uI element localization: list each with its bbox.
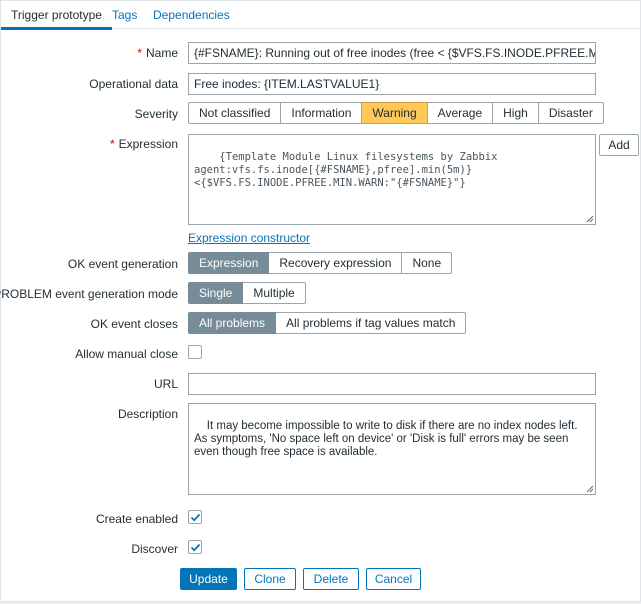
resize-handle-icon[interactable] (586, 485, 594, 493)
description-label: Description (117, 407, 178, 421)
severity-average[interactable]: Average (427, 102, 494, 124)
url-label: URL (153, 377, 178, 391)
opdata-label: Operational data (89, 77, 178, 91)
severity-selector: Not classified Information Warning Avera… (188, 102, 604, 124)
required-marker: * (137, 46, 142, 60)
tab-trigger-prototype[interactable]: Trigger prototype (1, 1, 112, 30)
tab-tags[interactable]: Tags (112, 1, 137, 29)
severity-high[interactable]: High (493, 102, 539, 124)
name-label: * Name (137, 46, 178, 60)
cancel-button[interactable]: Cancel (366, 568, 421, 590)
expression-textarea[interactable]: {Template Module Linux filesystems by Za… (188, 134, 596, 225)
ok-closes-tag-match[interactable]: All problems if tag values match (276, 312, 467, 334)
severity-disaster[interactable]: Disaster (538, 102, 604, 124)
expression-label: * Expression (110, 137, 178, 151)
problem-mode-multiple[interactable]: Multiple (243, 282, 306, 304)
expression-constructor-link[interactable]: Expression constructor (188, 231, 310, 245)
problem-mode-label: PROBLEM event generation mode (0, 287, 178, 301)
ok-event-generation-label: OK event generation (67, 257, 178, 271)
manual-close-label: Allow manual close (75, 347, 178, 361)
ok-closes-all-problems[interactable]: All problems (188, 312, 277, 334)
ok-gen-expression[interactable]: Expression (188, 252, 270, 274)
name-input[interactable]: {#FSNAME}: Running out of free inodes (f… (188, 42, 596, 64)
ok-event-closes-label: OK event closes (90, 317, 178, 331)
create-enabled-label: Create enabled (95, 512, 178, 526)
trigger-prototype-form: Trigger prototype Tags Dependencies * Nam… (0, 0, 641, 602)
expression-add-button[interactable]: Add (599, 134, 639, 156)
opdata-input[interactable]: Free inodes: {ITEM.LASTVALUE1} (188, 73, 596, 95)
update-button[interactable]: Update (180, 568, 237, 590)
problem-mode-single[interactable]: Single (188, 282, 244, 304)
expression-label-text: Expression (118, 137, 178, 151)
tab-dependencies[interactable]: Dependencies (153, 1, 230, 29)
required-marker: * (109, 137, 115, 151)
severity-not-classified[interactable]: Not classified (188, 102, 282, 124)
checkmark-icon (190, 543, 201, 552)
url-input[interactable] (188, 373, 596, 395)
severity-warning[interactable]: Warning (362, 102, 428, 124)
description-textarea[interactable]: It may become impossible to write to dis… (188, 403, 596, 495)
discover-label: Discover (131, 542, 178, 556)
create-enabled-checkbox[interactable] (188, 510, 202, 524)
ok-gen-none[interactable]: None (402, 252, 453, 274)
checkmark-icon (190, 513, 201, 522)
severity-information[interactable]: Information (281, 102, 363, 124)
ok-event-closes-selector: All problems All problems if tag values … (188, 312, 467, 334)
clone-button[interactable]: Clone (244, 568, 296, 590)
severity-label: Severity (134, 107, 178, 121)
expression-text: {Template Module Linux filesystems by Za… (194, 151, 498, 189)
discover-checkbox[interactable] (188, 540, 202, 554)
manual-close-checkbox[interactable] (188, 345, 202, 359)
resize-handle-icon[interactable] (586, 215, 594, 223)
tab-bar: Trigger prototype Tags Dependencies (1, 1, 640, 30)
delete-button[interactable]: Delete (303, 568, 359, 590)
ok-event-generation-selector: Expression Recovery expression None (188, 252, 453, 274)
ok-gen-recovery-expression[interactable]: Recovery expression (269, 252, 403, 274)
name-label-text: Name (145, 46, 178, 60)
problem-mode-selector: Single Multiple (188, 282, 306, 304)
description-text: It may become impossible to write to dis… (194, 420, 578, 458)
